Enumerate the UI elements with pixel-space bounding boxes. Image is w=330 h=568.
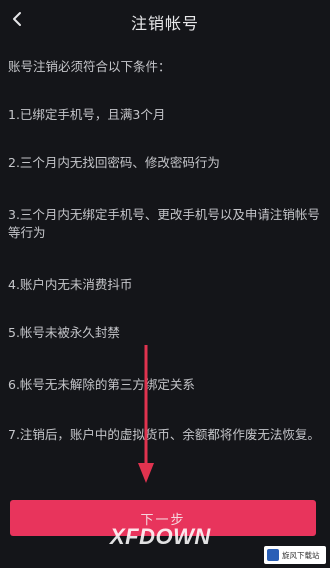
condition-item: 5.帐号未被永久封禁 xyxy=(8,325,120,340)
condition-item: 2.三个月内无找回密码、修改密码行为 xyxy=(8,155,220,170)
condition-item: 3.三个月内无绑定手机号、更改手机号以及申请注销帐号等行为 xyxy=(8,207,320,240)
condition-item: 1.已绑定手机号，且满3个月 xyxy=(8,107,166,122)
condition-item: 7.注销后，账户中的虚拟货币、余额都将作废无法恢复。 xyxy=(8,427,320,442)
site-badge-text: 旋风下载站 xyxy=(282,550,320,560)
watermark-text: XFDOWN xyxy=(110,524,211,549)
site-logo-icon xyxy=(267,549,279,561)
header-bar: 注销帐号 xyxy=(0,0,330,40)
conditions-panel: 账号注销必须符合以下条件： 1.已绑定手机号，且满3个月 2.三个月内无找回密码… xyxy=(8,58,324,442)
down-arrow-annotation xyxy=(138,345,154,483)
page-title: 注销帐号 xyxy=(130,14,199,33)
condition-item: 4.账户内无未消费抖币 xyxy=(8,277,133,292)
condition-item: 6.帐号无未解除的第三方绑定关系 xyxy=(8,377,195,392)
site-badge: 旋风下载站 xyxy=(264,546,326,564)
intro-text: 账号注销必须符合以下条件： xyxy=(8,59,171,74)
